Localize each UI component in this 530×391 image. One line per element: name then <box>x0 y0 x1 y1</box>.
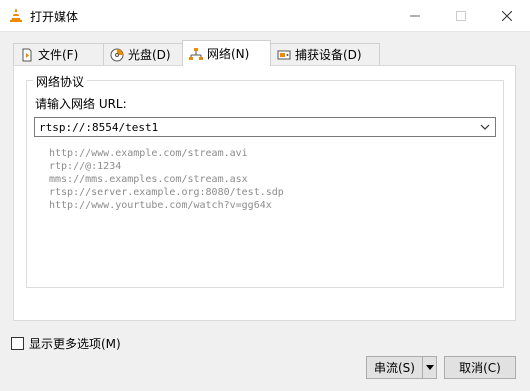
more-options-label: 显示更多选项(M) <box>29 337 121 351</box>
example-url: http://www.yourtube.com/watch?v=gg64x <box>49 200 272 211</box>
network-icon <box>189 47 203 60</box>
disc-icon <box>110 48 124 61</box>
example-url: http://www.example.com/stream.avi <box>49 148 248 159</box>
maximize-button[interactable] <box>438 0 484 31</box>
minimize-icon <box>410 15 420 16</box>
maximize-icon <box>456 10 466 21</box>
group-title: 网络协议 <box>33 73 88 90</box>
stream-button[interactable]: 串流(S) <box>366 356 423 379</box>
title-bar: 打开媒体 <box>0 0 530 32</box>
example-url: rtsp://server.example.org:8080/test.sdp <box>49 187 284 198</box>
tab-capture-device[interactable]: 捕获设备(D) <box>270 43 380 65</box>
minimize-button[interactable] <box>392 0 438 31</box>
close-icon <box>502 10 512 21</box>
capture-device-icon <box>277 50 291 59</box>
more-options-toggle[interactable]: 显示更多选项(M) <box>11 335 121 352</box>
tab-capture-device-label: 捕获设备(D) <box>295 48 362 62</box>
vlc-cone-icon <box>10 8 22 22</box>
example-url: rtp://@:1234 <box>49 161 122 172</box>
tab-file-label: 文件(F) <box>38 48 79 62</box>
cancel-button[interactable]: 取消(C) <box>444 356 516 379</box>
file-icon <box>22 48 32 61</box>
example-url: mms://mms.examples.com/stream.asx <box>49 174 248 185</box>
tab-disc-label: 光盘(D) <box>128 48 171 62</box>
close-button[interactable] <box>484 0 530 31</box>
url-combobox[interactable] <box>34 117 496 137</box>
window-title: 打开媒体 <box>30 10 79 24</box>
tab-network-label: 网络(N) <box>207 47 250 61</box>
more-options-checkbox[interactable] <box>11 337 24 350</box>
network-panel: 网络协议 请输入网络 URL: http://www.example.com/s… <box>13 65 516 321</box>
tab-disc[interactable]: 光盘(D) <box>103 43 183 65</box>
network-protocol-group: 网络协议 请输入网络 URL: http://www.example.com/s… <box>26 73 504 288</box>
tab-network[interactable]: 网络(N) <box>182 40 271 66</box>
tab-file[interactable]: 文件(F) <box>13 43 104 65</box>
url-label: 请输入网络 URL: <box>35 97 127 111</box>
chevron-down-icon[interactable] <box>478 120 492 134</box>
url-input[interactable] <box>39 119 469 135</box>
dropdown-arrow-icon <box>425 365 434 370</box>
stream-dropdown-button[interactable] <box>422 356 437 379</box>
url-examples: http://www.example.com/stream.avi rtp://… <box>49 147 284 212</box>
